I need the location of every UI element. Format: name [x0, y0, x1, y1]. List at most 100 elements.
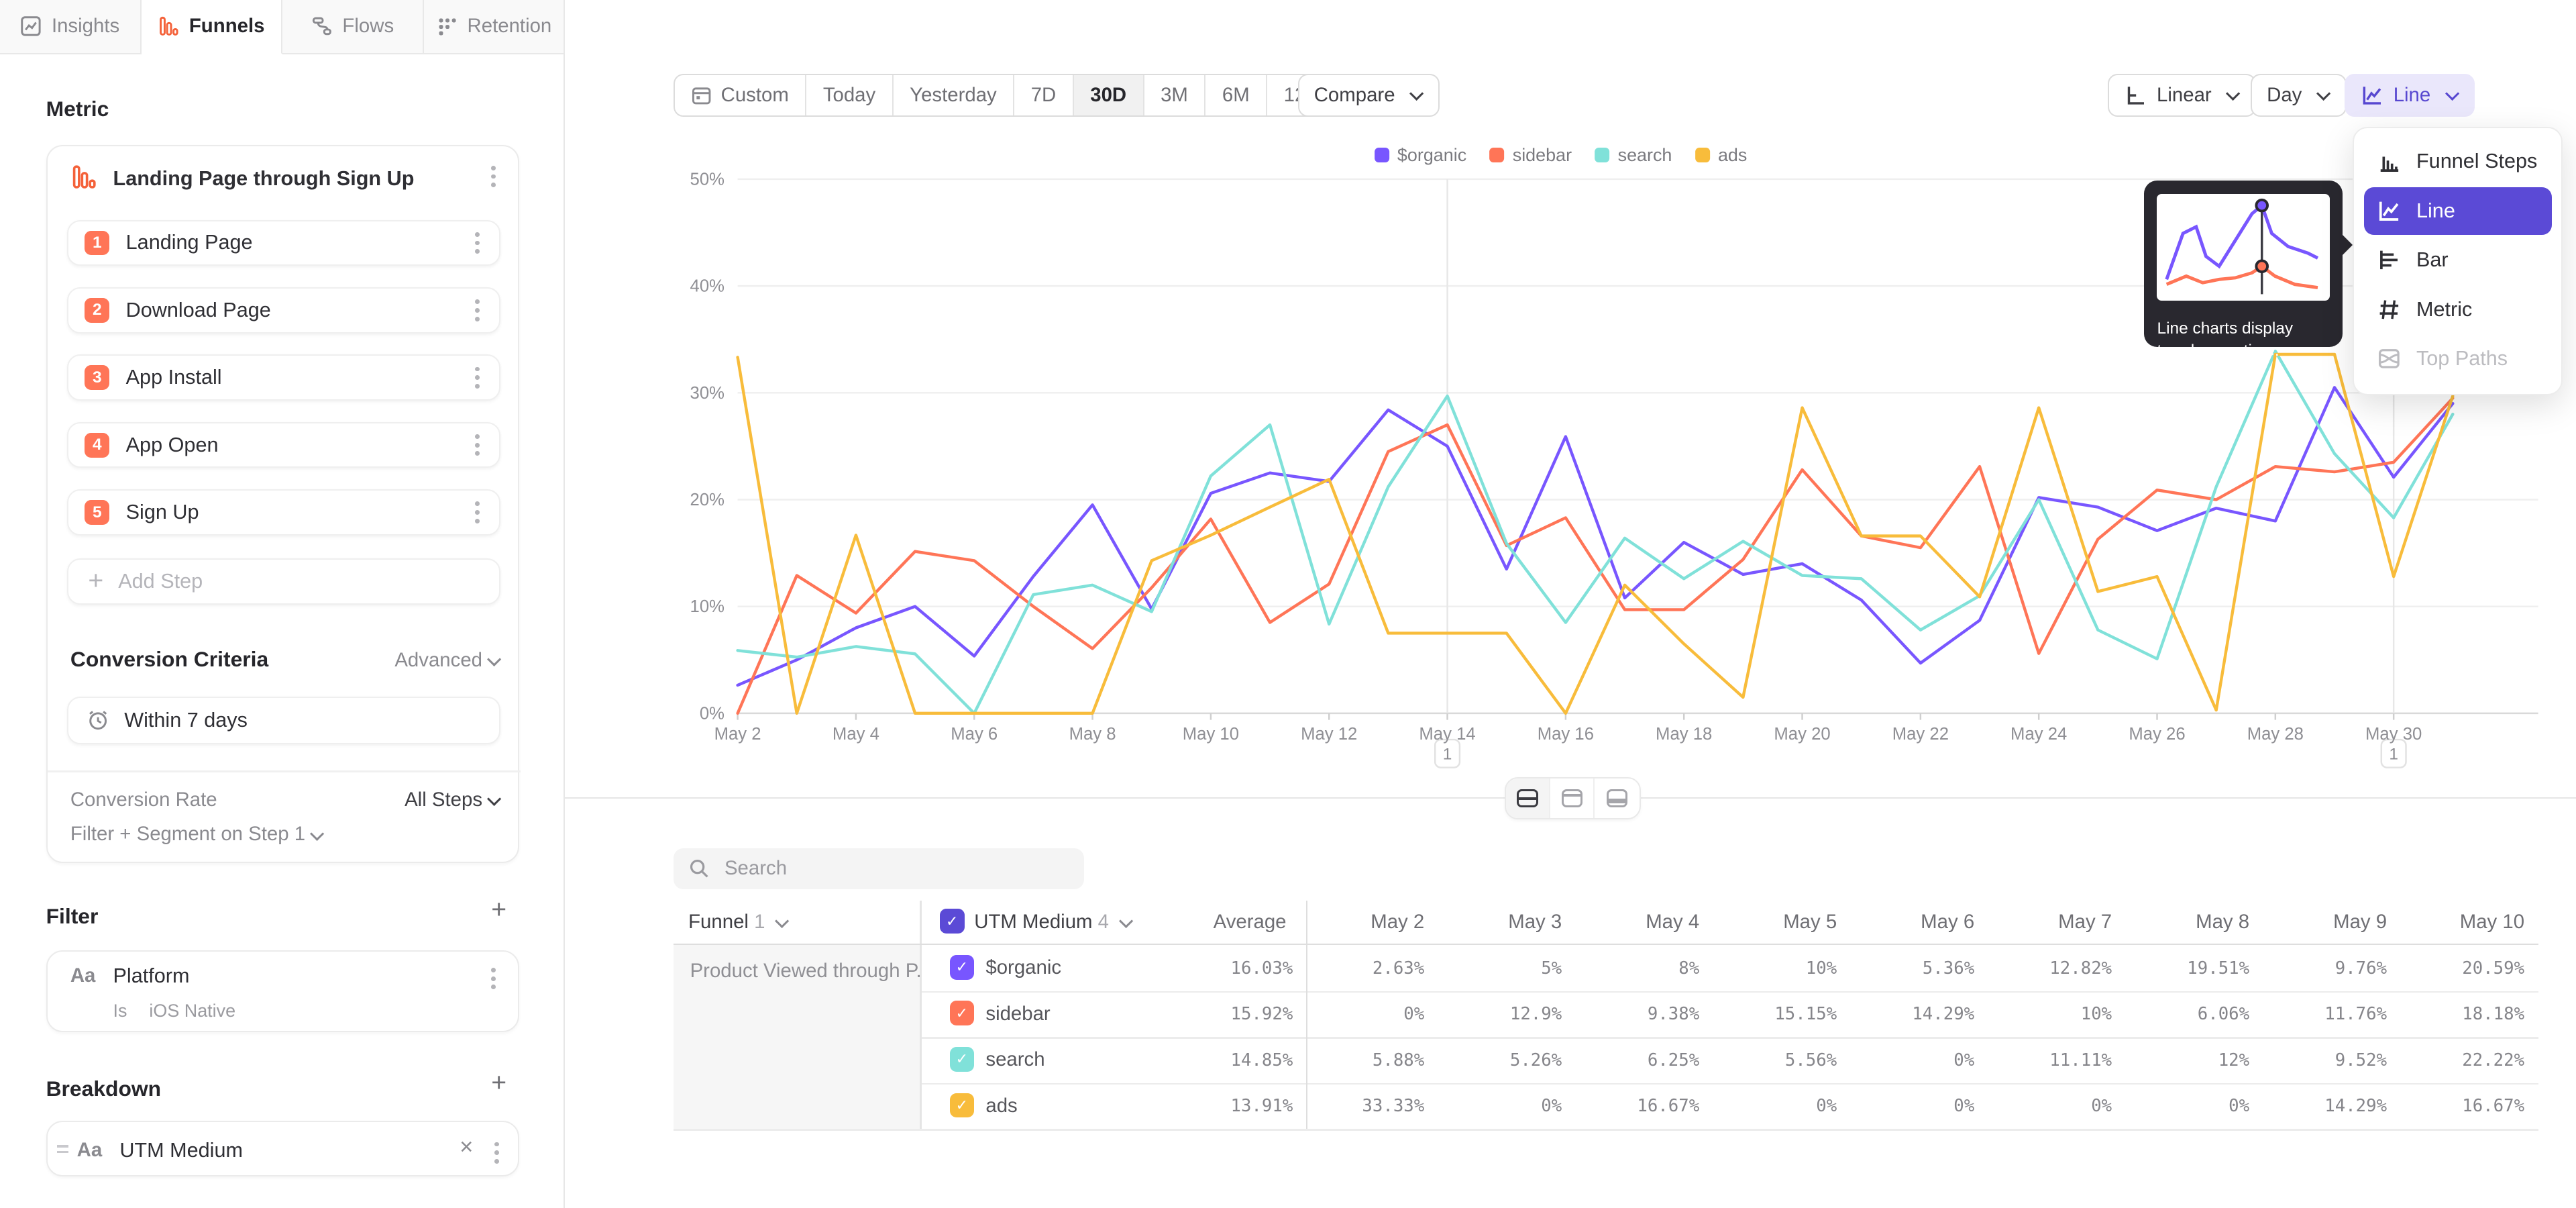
- tab-funnels[interactable]: Funnels: [142, 0, 283, 54]
- range-30d-button[interactable]: 30D: [1074, 75, 1144, 115]
- date-column-header[interactable]: May 7: [1980, 911, 2112, 934]
- retention-dots-icon: [436, 15, 458, 37]
- filter-segment-dropdown[interactable]: Filter + Segment on Step 1: [70, 823, 324, 846]
- range-today-button[interactable]: Today: [806, 75, 893, 115]
- funnel-step-landing-page[interactable]: 1Landing Page: [67, 220, 501, 266]
- filter-menu-dots-icon[interactable]: [488, 964, 499, 993]
- funnel-column-header[interactable]: Funnel 1: [688, 911, 789, 934]
- clock-icon: [87, 709, 109, 732]
- range-3m-button[interactable]: 3M: [1144, 75, 1206, 115]
- chevron-down-icon: [2316, 87, 2331, 101]
- menu-item-funnel-steps[interactable]: Funnel Steps: [2364, 138, 2552, 185]
- series-name: ads: [985, 1095, 1017, 1117]
- add-step-button[interactable]: + Add Step: [67, 558, 501, 605]
- filter-property: Platform: [113, 964, 190, 988]
- annotation-badge[interactable]: [2381, 740, 2406, 768]
- step-menu-dots-icon[interactable]: [472, 431, 483, 459]
- step-menu-dots-icon[interactable]: [472, 364, 483, 392]
- step-menu-dots-icon[interactable]: [472, 499, 483, 527]
- y-axis-label: 10%: [690, 597, 724, 616]
- range-6m-button[interactable]: 6M: [1205, 75, 1267, 115]
- step-menu-dots-icon[interactable]: [472, 296, 483, 324]
- add-filter-button[interactable]: +: [491, 902, 506, 918]
- drag-handle-icon[interactable]: [57, 1145, 68, 1153]
- y-axis-label: 40%: [690, 277, 724, 296]
- range-7d-button[interactable]: 7D: [1014, 75, 1074, 115]
- date-range-group: CustomTodayYesterday7D30D3M6M12M: [674, 74, 1340, 117]
- series-checkbox-ads[interactable]: ✓: [950, 1093, 975, 1118]
- layout-table-only-button[interactable]: [1595, 778, 1639, 818]
- funnel-step-app-open[interactable]: 4App Open: [67, 422, 501, 468]
- remove-breakdown-icon[interactable]: ×: [460, 1139, 473, 1155]
- table-row-group-cell[interactable]: Product Viewed through P...: [674, 945, 920, 1129]
- tab-insights[interactable]: Insights: [0, 0, 142, 54]
- legend-swatch: [1375, 148, 1389, 162]
- x-axis-label: May 6: [951, 725, 998, 744]
- x-axis-label: May 10: [1183, 725, 1239, 744]
- date-column-header[interactable]: May 4: [1568, 911, 1699, 934]
- range-label: 30D: [1090, 84, 1126, 107]
- breakdown-select-all-checkbox[interactable]: ✓: [940, 909, 965, 934]
- compare-button[interactable]: Compare: [1298, 74, 1440, 117]
- menu-item-metric[interactable]: Metric: [2364, 286, 2552, 334]
- scale-dropdown[interactable]: Linear: [2108, 74, 2256, 117]
- funnel-step-download-page[interactable]: 2Download Page: [67, 287, 501, 334]
- table-search[interactable]: [674, 848, 1084, 889]
- breakdown-property: UTM Medium: [119, 1139, 243, 1162]
- conversion-window[interactable]: Within 7 days: [67, 697, 501, 744]
- conversion-rate-label: Conversion Rate: [70, 789, 217, 811]
- advanced-dropdown[interactable]: Advanced: [376, 649, 500, 672]
- legend-item-organic[interactable]: $organic: [1375, 145, 1467, 166]
- layout-split-button[interactable]: [1506, 778, 1550, 818]
- series-checkbox-sidebar[interactable]: ✓: [950, 1001, 975, 1025]
- x-axis-label: May 2: [714, 725, 761, 744]
- series-line-ads[interactable]: [738, 354, 2453, 713]
- series-line-search[interactable]: [738, 351, 2453, 713]
- funnel-menu-dots-icon[interactable]: [488, 162, 499, 191]
- chevron-down-icon: [487, 652, 502, 667]
- granularity-dropdown[interactable]: Day: [2251, 74, 2346, 117]
- date-column-header[interactable]: May 5: [1705, 911, 1837, 934]
- date-column-header[interactable]: May 8: [2118, 911, 2249, 934]
- conversion-rate-scope-dropdown[interactable]: All Steps: [294, 789, 501, 811]
- cell-value: 0%: [1296, 1004, 1424, 1024]
- cell-value: 9.76%: [2259, 958, 2387, 978]
- breakdown-card[interactable]: Aa UTM Medium ×: [46, 1121, 519, 1176]
- menu-item-bar[interactable]: Bar: [2364, 236, 2552, 284]
- date-column-header[interactable]: May 9: [2255, 911, 2387, 934]
- series-line-sidebar[interactable]: [738, 398, 2453, 713]
- legend-item-search[interactable]: search: [1595, 145, 1672, 166]
- y-axis-label: 0%: [700, 704, 724, 723]
- funnel-step-app-install[interactable]: 3App Install: [67, 354, 501, 401]
- step-number-badge: 1: [85, 231, 109, 256]
- series-checkbox-search[interactable]: ✓: [950, 1047, 975, 1072]
- funnel-step-sign-up[interactable]: 5Sign Up: [67, 489, 501, 536]
- range-yesterday-button[interactable]: Yesterday: [894, 75, 1015, 115]
- step-menu-dots-icon[interactable]: [472, 229, 483, 257]
- annotation-badge[interactable]: [1435, 740, 1460, 768]
- x-axis-label: May 24: [2010, 725, 2067, 744]
- series-checkbox-organic[interactable]: ✓: [950, 955, 975, 980]
- legend-item-ads[interactable]: ads: [1695, 145, 1748, 166]
- breakdown-column-header[interactable]: UTM Medium 4: [974, 911, 1132, 934]
- series-line-organic[interactable]: [738, 387, 2453, 685]
- search-input[interactable]: [721, 856, 1057, 882]
- add-breakdown-button[interactable]: +: [491, 1075, 506, 1091]
- filter-card[interactable]: Aa Platform Is iOS Native: [46, 950, 519, 1032]
- layout-toggle-group: [1505, 777, 1640, 819]
- legend-item-sidebar[interactable]: sidebar: [1489, 145, 1572, 166]
- range-custom-button[interactable]: Custom: [675, 75, 806, 115]
- layout-chart-only-button[interactable]: [1550, 778, 1595, 818]
- date-column-header[interactable]: May 3: [1430, 911, 1562, 934]
- tab-retention[interactable]: Retention: [424, 0, 566, 54]
- menu-item-line[interactable]: Line: [2364, 187, 2552, 235]
- average-column-header[interactable]: Average: [1171, 911, 1286, 934]
- date-column-header[interactable]: May 2: [1293, 911, 1424, 934]
- menu-item-label: Bar: [2416, 248, 2449, 272]
- date-column-header[interactable]: May 6: [1843, 911, 1974, 934]
- date-column-header[interactable]: May 10: [2393, 911, 2524, 934]
- row-divider: [920, 1083, 2538, 1085]
- breakdown-menu-dots-icon[interactable]: [491, 1139, 502, 1167]
- tab-flows[interactable]: Flows: [282, 0, 424, 54]
- chart-type-dropdown[interactable]: Line: [2345, 74, 2475, 117]
